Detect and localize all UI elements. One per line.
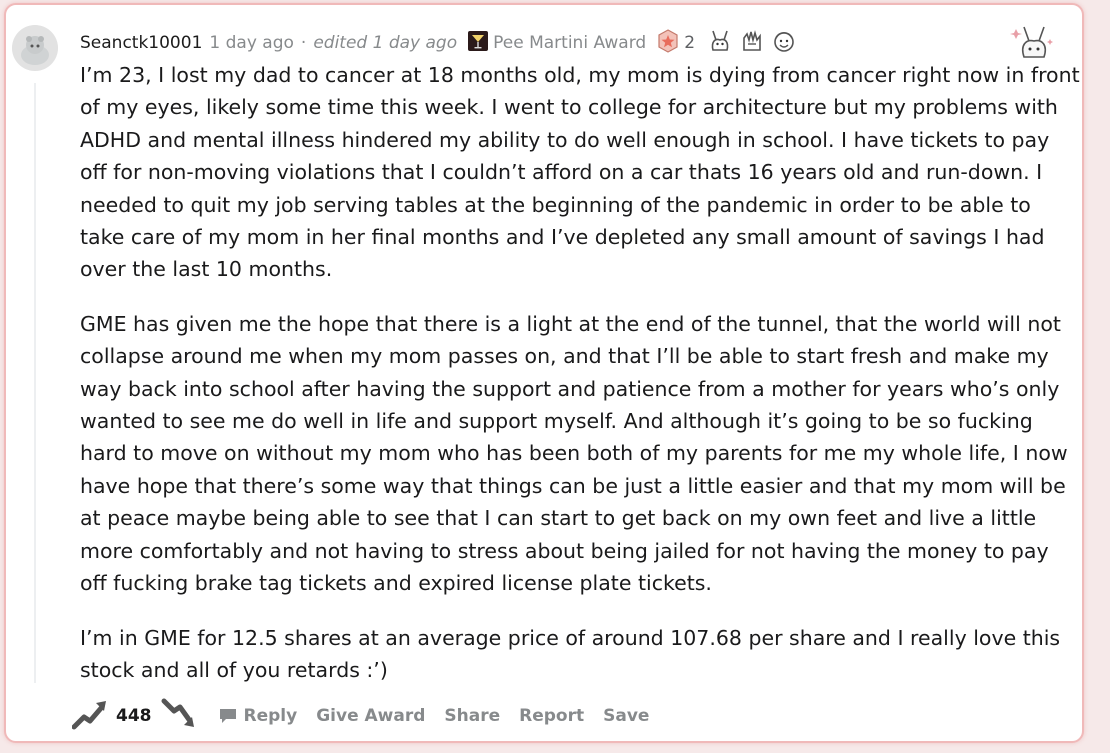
meta-separator: · bbox=[300, 33, 307, 53]
avatar[interactable] bbox=[12, 25, 58, 71]
reply-label: Reply bbox=[243, 706, 298, 726]
comment-card: Seanctk10001 1 day ago · edited 1 day ag… bbox=[4, 3, 1084, 743]
comment-header: Seanctk10001 1 day ago · edited 1 day ag… bbox=[80, 28, 1070, 59]
smiley-award-icon[interactable] bbox=[771, 28, 797, 59]
upvote-stonks-icon bbox=[71, 700, 106, 729]
comment-actions: 448 Reply Give Award Share Report Save bbox=[71, 696, 668, 736]
share-label: Share bbox=[444, 706, 501, 726]
comment-bubble-icon bbox=[219, 709, 236, 723]
comment-paragraph: I’m 23, I lost my dad to cancer at 18 mo… bbox=[80, 63, 1080, 282]
downvote-button[interactable] bbox=[160, 697, 198, 736]
edited-time: edited 1 day ago bbox=[313, 33, 458, 53]
hands-award-icon[interactable] bbox=[739, 28, 765, 59]
author-name[interactable]: Seanctk10001 bbox=[80, 33, 202, 53]
vote-score: 448 bbox=[116, 706, 152, 726]
bunny-award-icon[interactable] bbox=[707, 28, 733, 59]
award-gold-group[interactable]: 2 bbox=[656, 28, 701, 58]
report-label: Report bbox=[519, 706, 585, 726]
upvote-button[interactable] bbox=[71, 697, 110, 736]
save-button[interactable]: Save bbox=[603, 706, 649, 726]
give-award-label: Give Award bbox=[316, 706, 426, 726]
downvote-stonks-icon bbox=[161, 698, 194, 727]
thread-line[interactable] bbox=[34, 83, 36, 683]
comment-body: I’m 23, I lost my dad to cancer at 18 mo… bbox=[80, 59, 1080, 708]
comment-paragraph: I’m in GME for 12.5 shares at an average… bbox=[80, 625, 1061, 682]
save-label: Save bbox=[603, 706, 650, 726]
report-button[interactable]: Report bbox=[519, 706, 584, 726]
reply-button[interactable]: Reply bbox=[218, 706, 298, 726]
award-pee-martini[interactable]: Pee Martini Award bbox=[467, 30, 646, 57]
martini-award-icon bbox=[467, 30, 493, 57]
star-award-icon bbox=[656, 28, 684, 58]
posted-time[interactable]: 1 day ago bbox=[209, 33, 294, 53]
award-count: 2 bbox=[684, 33, 696, 53]
give-award-button[interactable]: Give Award bbox=[316, 706, 425, 726]
comment-paragraph: GME has given me the hope that there is … bbox=[80, 311, 1068, 596]
share-button[interactable]: Share bbox=[444, 706, 500, 726]
award-name: Pee Martini Award bbox=[493, 33, 647, 53]
